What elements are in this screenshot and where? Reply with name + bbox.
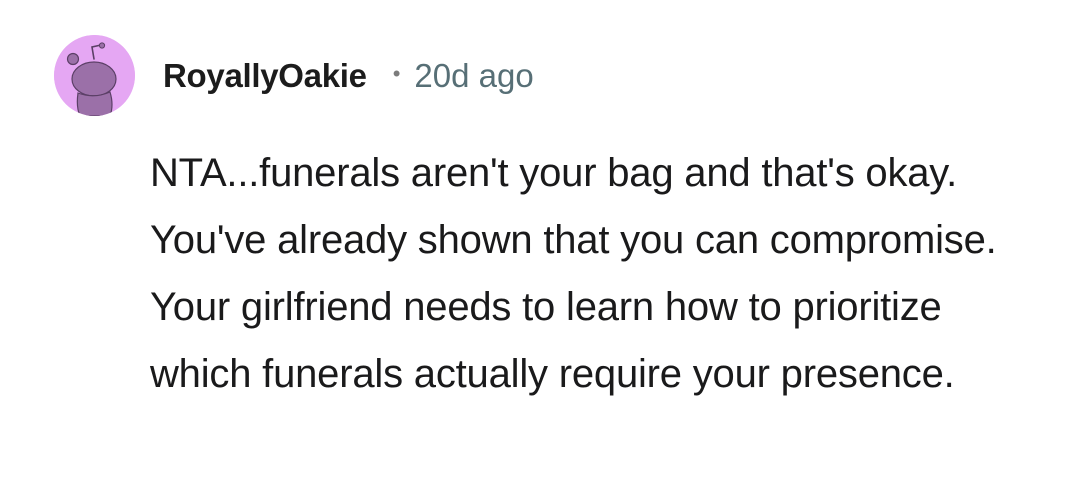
separator-dot: • [392,61,401,86]
comment-meta: RoyallyOakie • 20d ago [163,56,534,96]
user-avatar[interactable] [54,35,135,116]
snoo-avatar-icon [54,35,135,116]
timestamp: 20d ago [414,57,534,94]
username[interactable]: RoyallyOakie [163,57,367,95]
comment: RoyallyOakie • 20d ago NTA...funerals ar… [0,0,1080,497]
comment-body: NTA...funerals aren't your bag and that'… [150,151,997,396]
